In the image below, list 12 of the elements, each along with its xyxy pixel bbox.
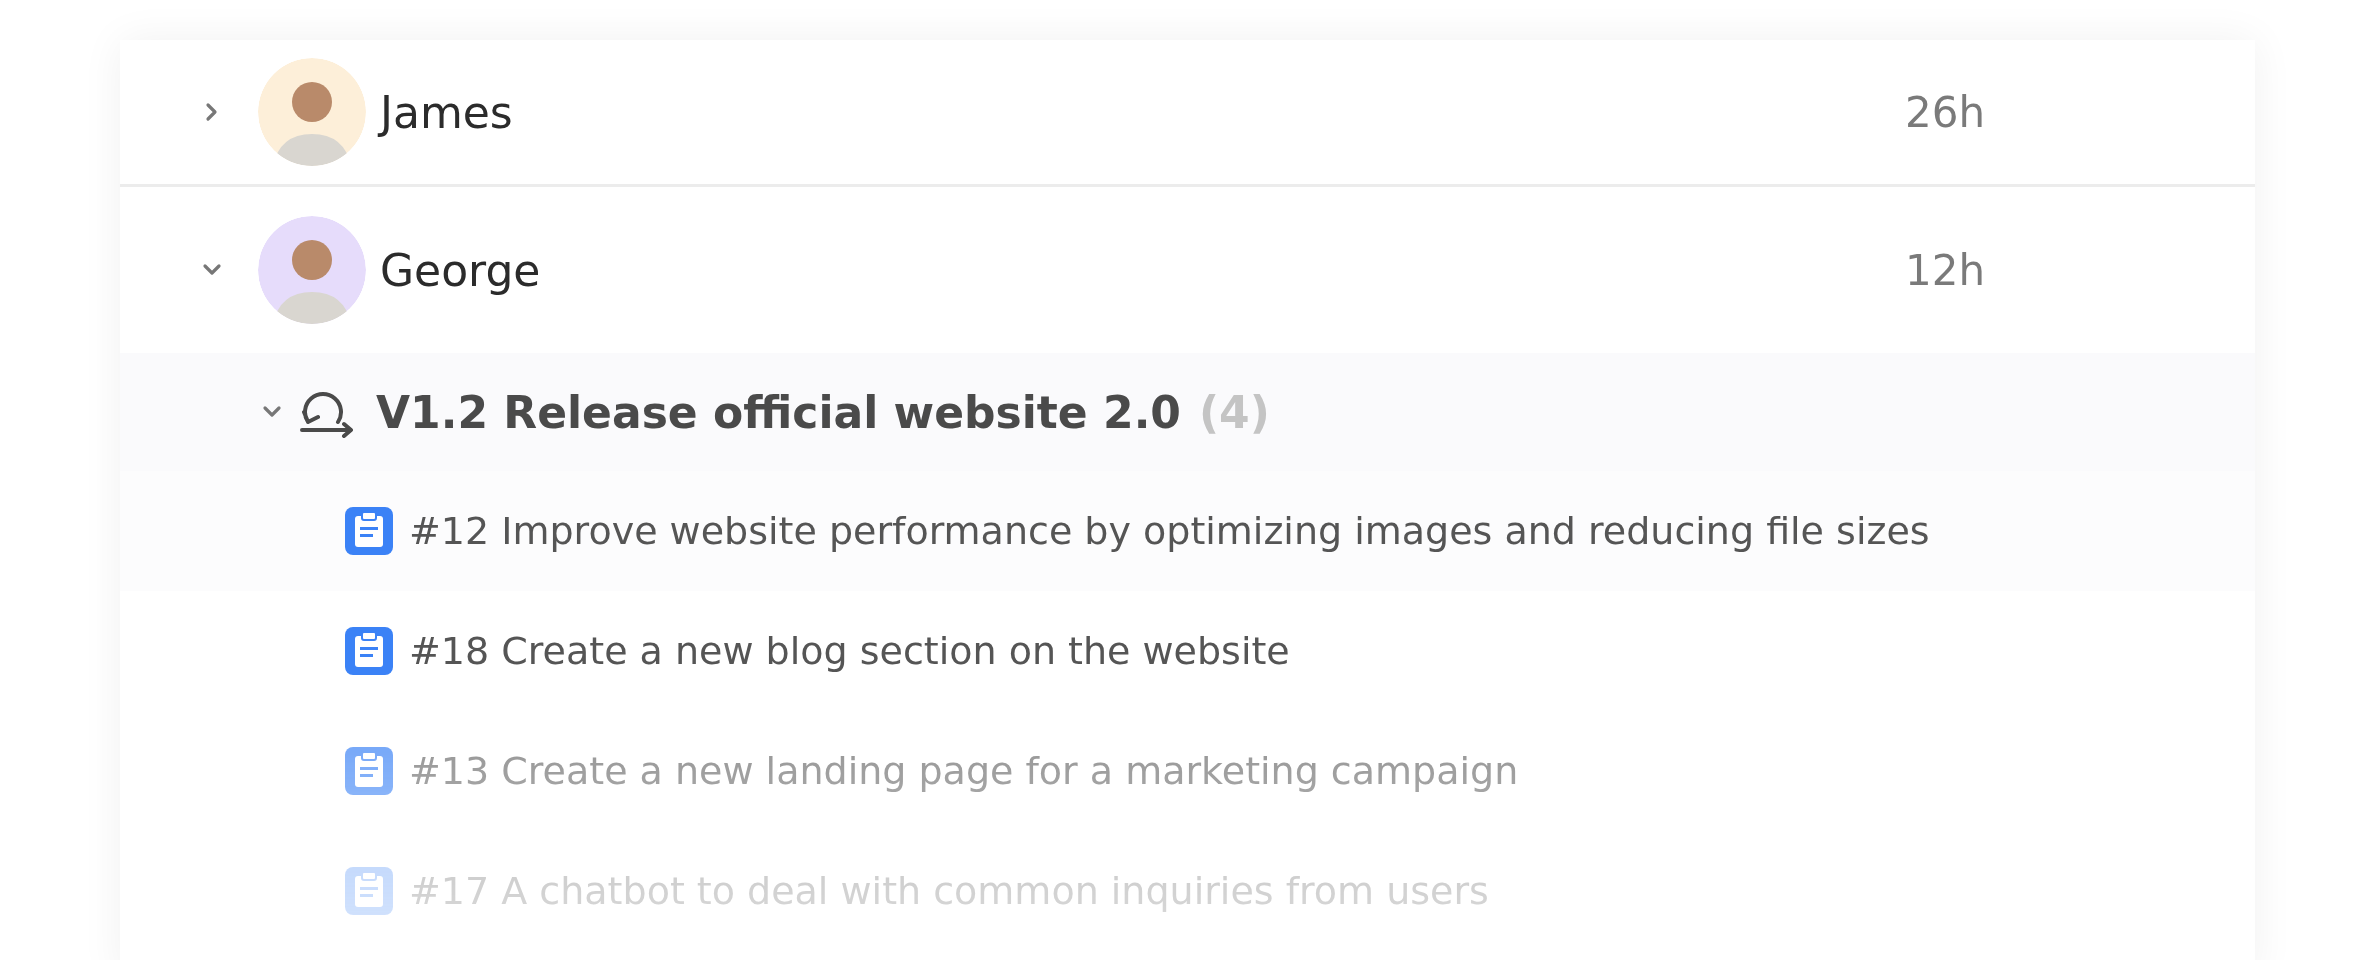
sprint-row[interactable]: V1.2 Release official website 2.0 (4): [120, 353, 2255, 471]
sprint-title: V1.2 Release official website 2.0: [376, 386, 1181, 438]
task-title[interactable]: #12 Improve website performance by optimizing images and reducing file sizes: [409, 509, 1930, 553]
task-count: (4): [1198, 386, 1270, 438]
clipboard-icon: [345, 747, 393, 795]
clipboard-icon: [345, 627, 393, 675]
hours-total: 26h: [1904, 87, 1985, 137]
clipboard-icon: [345, 867, 393, 915]
hours-total: 12h: [1904, 245, 1985, 295]
member-name: George: [380, 244, 542, 296]
task-title[interactable]: #18 Create a new blog section on the website: [409, 629, 1290, 673]
clipboard-icon: [345, 507, 393, 555]
